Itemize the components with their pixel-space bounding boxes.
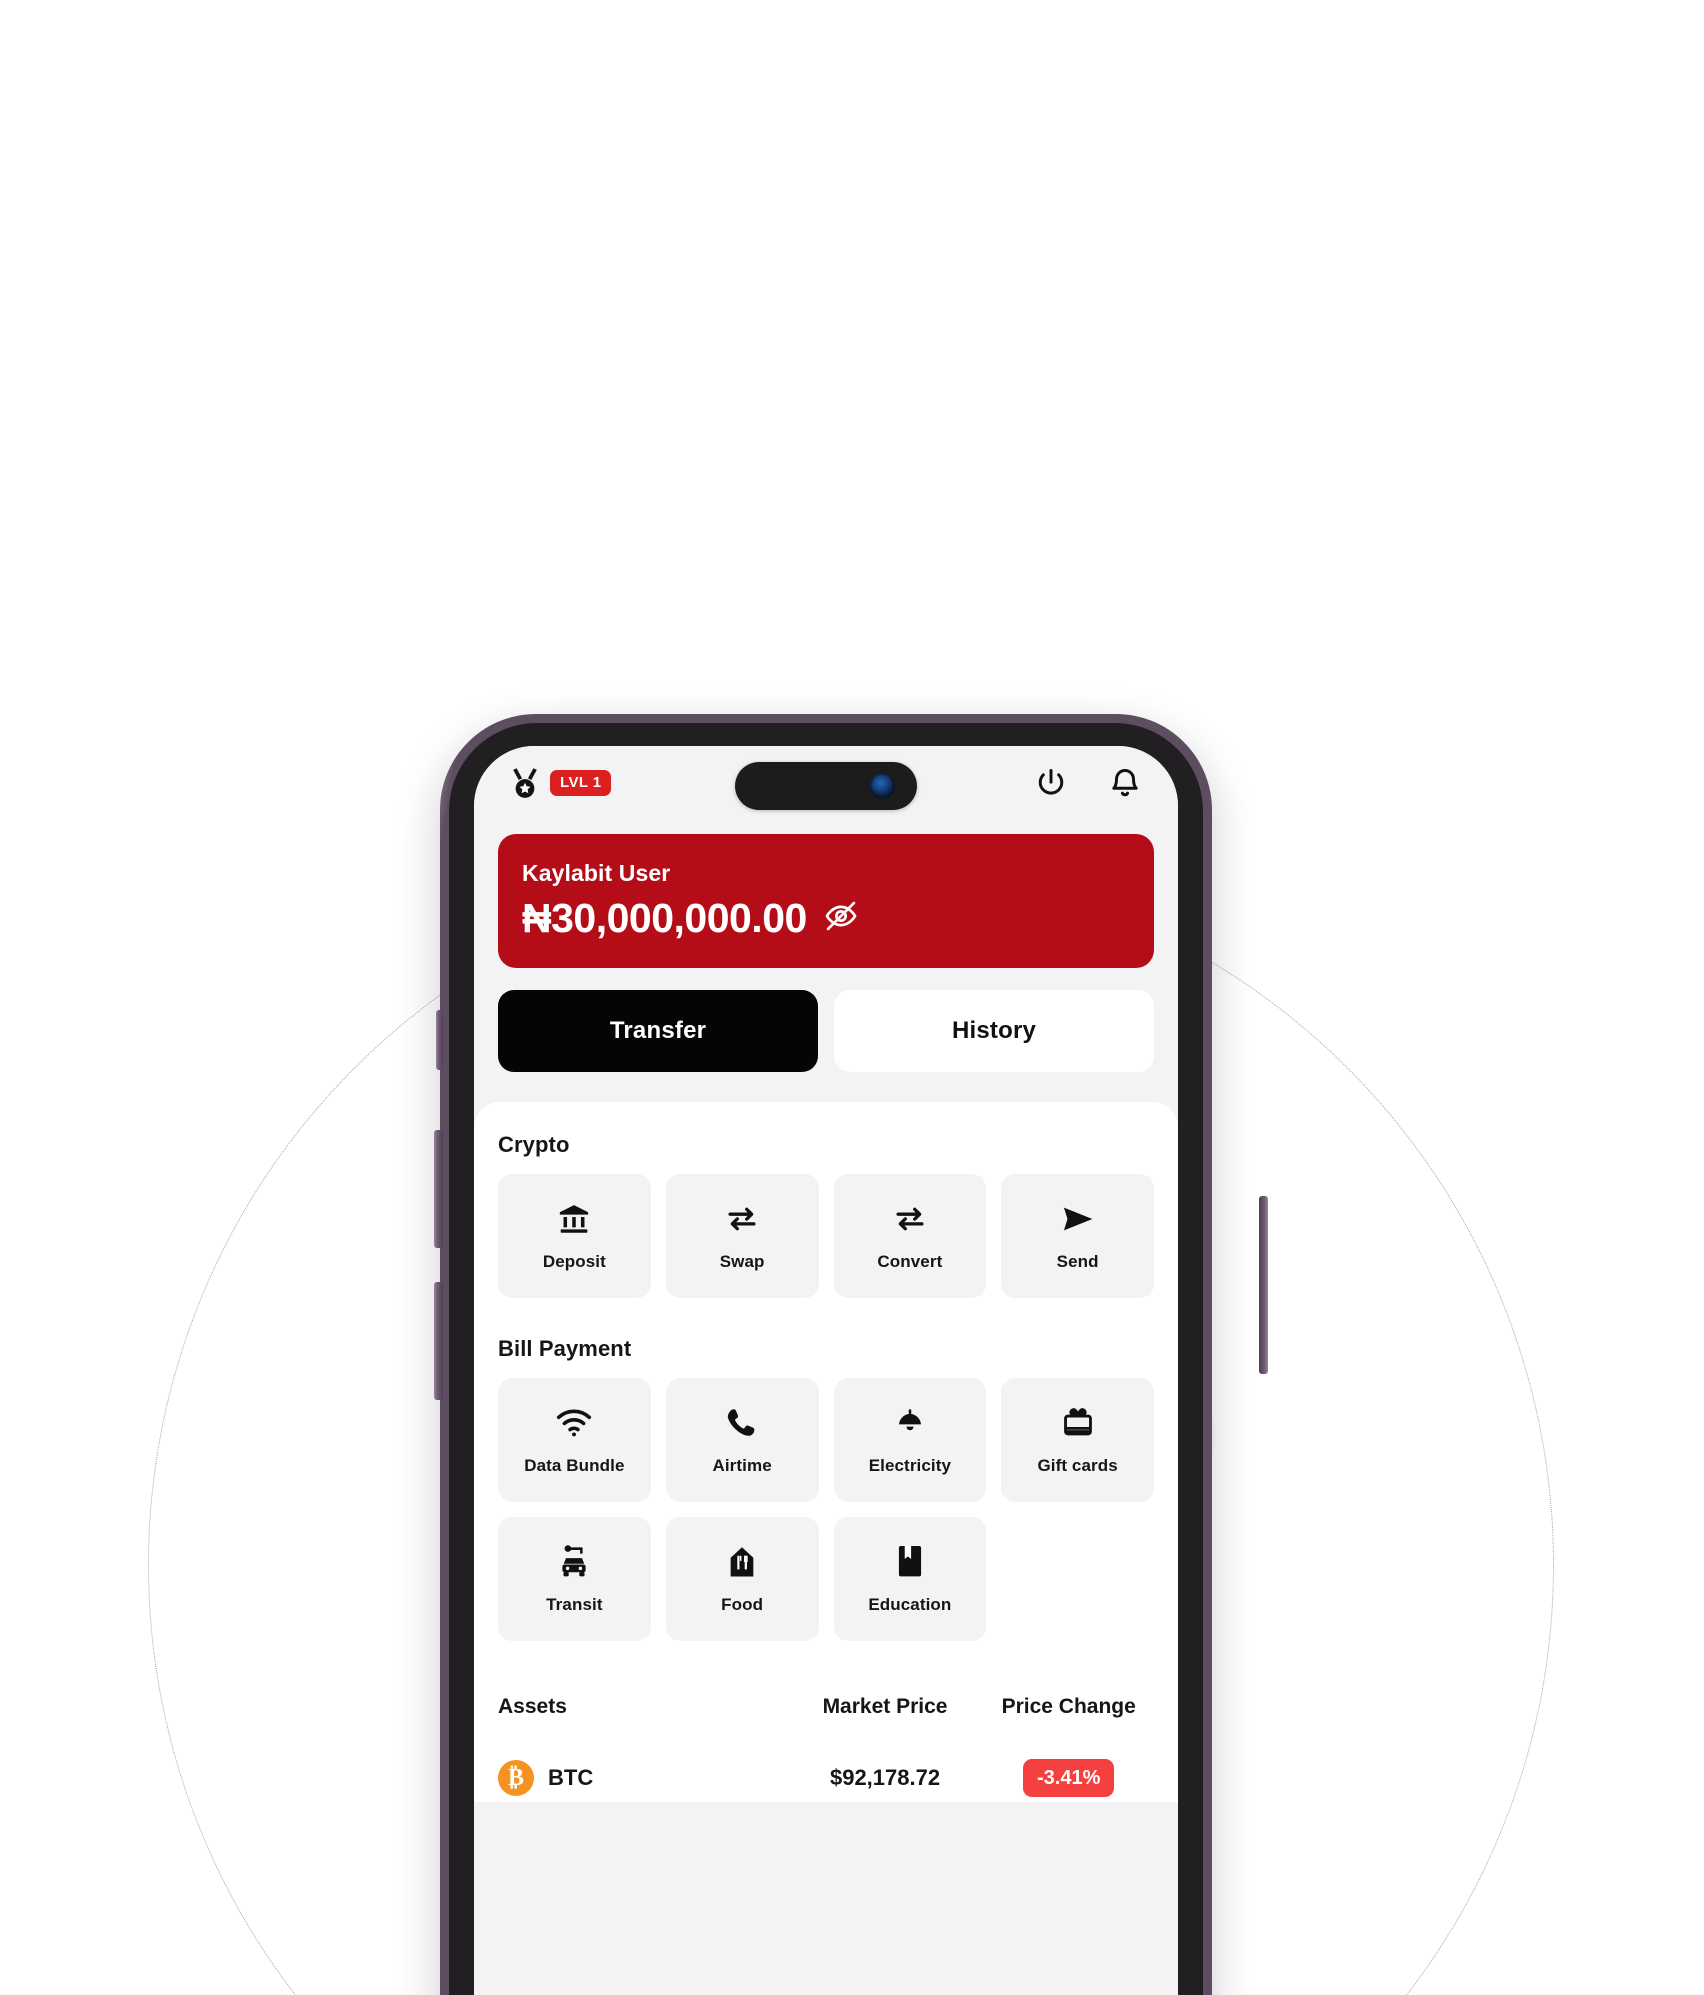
- primary-action-row: Transfer History: [498, 990, 1154, 1073]
- volume-down-button[interactable]: [434, 1282, 443, 1400]
- crypto-section-title: Crypto: [498, 1132, 570, 1158]
- tile-label: Send: [1056, 1252, 1099, 1272]
- tile-airtime[interactable]: Airtime: [665, 1378, 819, 1503]
- tile-electricity[interactable]: Electricity: [833, 1378, 987, 1503]
- level-badge: LVL 1: [550, 770, 612, 796]
- tile-food[interactable]: Food: [665, 1517, 819, 1642]
- bill-payment-tile-grid-row1: Data Bundle Airtime Electricity Gift car…: [498, 1378, 1154, 1503]
- assets-column-header: Assets: [498, 1695, 567, 1719]
- wifi-icon: [556, 1404, 592, 1442]
- account-name: Kaylabit User: [522, 860, 671, 886]
- lamp-icon: [893, 1404, 927, 1442]
- bitcoin-icon: ₿: [498, 1760, 534, 1797]
- tile-label: Airtime: [712, 1456, 772, 1476]
- balance-amount: ₦30,000,000.00: [522, 895, 807, 941]
- front-camera-icon: [870, 773, 895, 799]
- market-price-column-header: Market Price: [822, 1695, 948, 1719]
- tile-transit[interactable]: Transit: [498, 1517, 651, 1642]
- tile-label: Food: [721, 1595, 764, 1615]
- power-icon[interactable]: [1034, 766, 1068, 800]
- book-icon: [894, 1543, 926, 1581]
- table-row[interactable]: ₿ BTC $92,178.72 -3.41%: [498, 1759, 1154, 1798]
- swap-arrows-icon: [725, 1200, 759, 1238]
- asset-market-price: $92,178.72: [829, 1765, 941, 1791]
- medal-icon[interactable]: [510, 767, 540, 799]
- tile-education[interactable]: Education: [833, 1517, 987, 1642]
- tile-label: Swap: [719, 1252, 765, 1272]
- dynamic-island: [735, 762, 917, 810]
- phone-icon: [725, 1404, 759, 1442]
- tile-label: Electricity: [868, 1456, 952, 1476]
- tile-label: Transit: [546, 1595, 603, 1615]
- tile-empty-slot: [1001, 1517, 1154, 1641]
- restaurant-icon: [725, 1543, 759, 1581]
- app-status-bar: LVL 1: [474, 746, 1178, 820]
- tile-gift-cards[interactable]: Gift cards: [1001, 1378, 1154, 1503]
- asset-name-cell: ₿ BTC: [498, 1760, 787, 1797]
- tile-deposit[interactable]: Deposit: [498, 1174, 651, 1299]
- bell-icon[interactable]: [1108, 766, 1142, 800]
- car-icon: [557, 1543, 591, 1581]
- paper-plane-icon: [1060, 1200, 1096, 1238]
- volume-up-button[interactable]: [434, 1130, 443, 1248]
- tile-swap[interactable]: Swap: [665, 1174, 819, 1299]
- tile-convert[interactable]: Convert: [833, 1174, 987, 1299]
- status-bar-right-group: [1034, 766, 1142, 800]
- phone-screen: LVL 1 Kaylabit User ₦30,000,000.00 Trans…: [474, 746, 1178, 1995]
- crypto-tile-grid: Deposit Swap Convert Send: [498, 1174, 1154, 1299]
- asset-symbol: BTC: [548, 1765, 594, 1791]
- price-change-column-header: Price Change: [1001, 1695, 1136, 1719]
- assets-table-header: Assets Market Price Price Change: [498, 1695, 1154, 1723]
- tile-send[interactable]: Send: [1001, 1174, 1154, 1299]
- bank-icon: [557, 1200, 591, 1238]
- tile-label: Convert: [877, 1252, 943, 1272]
- status-bar-left-group: LVL 1: [510, 767, 612, 799]
- mute-switch-button[interactable]: [436, 1010, 443, 1070]
- bill-payment-tile-grid-row2: Transit Food Education: [498, 1517, 1154, 1642]
- bill-payment-section-title: Bill Payment: [498, 1336, 632, 1362]
- eye-off-icon[interactable]: [823, 898, 859, 939]
- tile-label: Education: [868, 1595, 952, 1615]
- balance-card: Kaylabit User ₦30,000,000.00: [498, 834, 1154, 969]
- power-side-button[interactable]: [1259, 1196, 1268, 1374]
- balance-row: ₦30,000,000.00: [522, 895, 1130, 941]
- gift-icon: [1060, 1404, 1096, 1442]
- tile-label: Data Bundle: [524, 1456, 625, 1476]
- status-badge: -3.41%: [1023, 1759, 1115, 1798]
- tile-data-bundle[interactable]: Data Bundle: [498, 1378, 651, 1503]
- content-panel: Crypto Deposit Swap Convert Send Bill Pa…: [474, 1102, 1178, 1803]
- asset-change-cell: -3.41%: [983, 1759, 1154, 1798]
- convert-arrows-icon: [893, 1200, 927, 1238]
- tile-label: Gift cards: [1037, 1456, 1118, 1476]
- transfer-button[interactable]: Transfer: [498, 990, 818, 1073]
- screenshot-stage: LVL 1 Kaylabit User ₦30,000,000.00 Trans…: [0, 0, 1704, 1995]
- history-button[interactable]: History: [834, 990, 1154, 1073]
- tile-label: Deposit: [542, 1252, 606, 1272]
